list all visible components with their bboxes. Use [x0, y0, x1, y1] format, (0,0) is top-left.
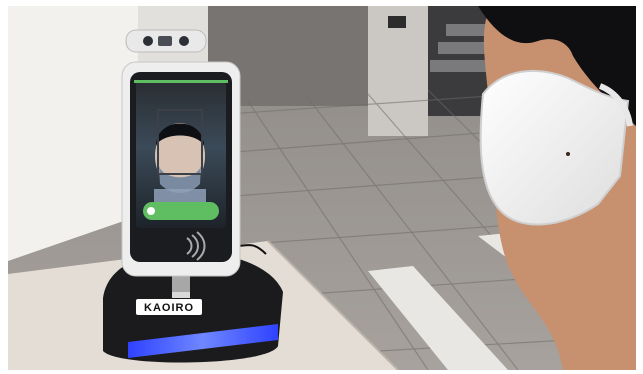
- brand-label: KAOIRO: [144, 302, 194, 314]
- camera-lens-2: [179, 36, 189, 46]
- photo: KAOIRO: [8, 6, 636, 370]
- person-mole: [566, 152, 570, 156]
- screen-check-icon: [147, 207, 155, 215]
- scene-svg: KAOIRO: [8, 6, 636, 370]
- photo-frame: KAOIRO: [0, 0, 643, 374]
- camera-sensor: [158, 36, 172, 46]
- pole-collar: [172, 292, 190, 298]
- left-wall: [8, 6, 138, 261]
- screen-top-glow: [134, 80, 228, 83]
- stair-step-3: [430, 60, 494, 72]
- camera-lens-1: [143, 36, 153, 46]
- wall-sign: [388, 16, 406, 28]
